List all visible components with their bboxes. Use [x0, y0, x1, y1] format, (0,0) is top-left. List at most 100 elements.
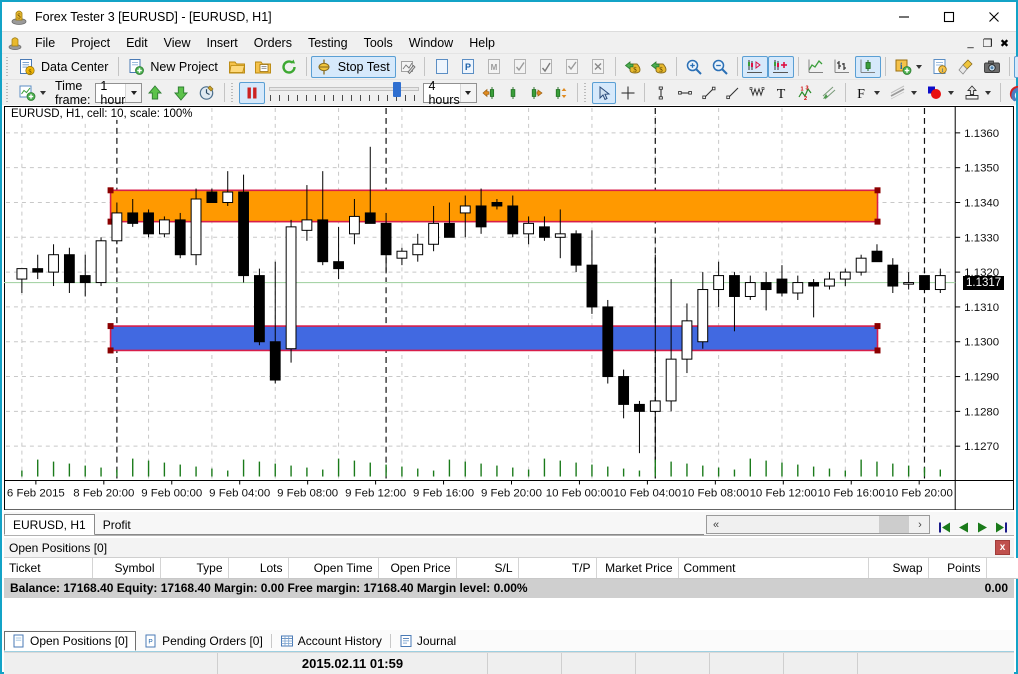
timeframe-select[interactable]: 1 hour [95, 79, 143, 107]
menu-item-view[interactable]: View [156, 34, 199, 52]
menu-item-edit[interactable]: Edit [118, 34, 156, 52]
candle-button-3[interactable] [549, 82, 573, 104]
column-header-comment[interactable]: Comment [678, 558, 869, 579]
screenshot-button[interactable] [979, 56, 1005, 78]
maximize-button[interactable] [926, 2, 971, 31]
column-header-profit[interactable]: Profit [986, 558, 1018, 579]
stop-test-button[interactable]: Stop Test [310, 55, 396, 78]
text-tool-button[interactable]: T [769, 82, 793, 104]
tab-open-positions[interactable]: Open Positions [0] [4, 631, 137, 651]
save-project-button[interactable] [250, 56, 276, 78]
nav-prev-button[interactable] [957, 520, 970, 534]
playback-grip[interactable] [230, 82, 237, 103]
checked-document-3-button[interactable] [559, 56, 585, 78]
menu-item-file[interactable]: File [27, 34, 63, 52]
column-header-points[interactable]: Points [928, 558, 987, 579]
indicator-list-button[interactable]: i [927, 56, 953, 78]
add-indicator-button[interactable]: i [890, 56, 927, 78]
price-chart-canvas[interactable]: 1.13601.13501.13401.13301.13201.13101.13… [4, 106, 1014, 511]
column-header-symbol[interactable]: Symbol [92, 558, 161, 579]
close-button[interactable] [971, 2, 1016, 31]
cursor-tool-button[interactable] [591, 81, 616, 104]
toolbar-grip[interactable] [5, 56, 11, 77]
timeframe-up-button[interactable] [142, 82, 168, 104]
data-center-button[interactable]: $ Data Center [14, 56, 114, 78]
stop-loss-zone[interactable] [107, 323, 881, 354]
bar-chart-button[interactable] [829, 56, 855, 78]
minimize-button[interactable] [881, 2, 926, 31]
ticks-add-button[interactable] [767, 55, 794, 78]
column-header-market-price[interactable]: Market Price [596, 558, 679, 579]
menu-item-testing[interactable]: Testing [300, 34, 356, 52]
tab-pending-orders[interactable]: P Pending Orders [0] [136, 631, 271, 651]
add-indicator-dropdown-arrow[interactable] [915, 64, 922, 69]
color-button[interactable] [922, 82, 959, 104]
nav-last-button[interactable] [995, 520, 1008, 534]
profile-button[interactable]: P [455, 56, 481, 78]
font-dropdown-arrow[interactable] [873, 90, 880, 95]
checked-document-2-button[interactable] [533, 56, 559, 78]
vertical-line-tool-button[interactable] [649, 82, 673, 104]
buy-left-button[interactable] [477, 82, 501, 104]
chart-area[interactable]: 1.1360 1.1350 1.1340 1.1330 1.1320 1.1310 1.13… [4, 106, 1014, 512]
scrollbar-thumb[interactable] [879, 516, 909, 533]
tab-journal[interactable]: Journal [391, 631, 464, 651]
refresh-button[interactable] [276, 56, 302, 78]
drawing-tools-grip[interactable] [582, 82, 589, 103]
candlestick-chart-button[interactable] [854, 55, 881, 78]
menu-item-insert[interactable]: Insert [198, 34, 245, 52]
speed-dropdown-icon[interactable] [459, 83, 476, 102]
menu-item-orders[interactable]: Orders [246, 34, 300, 52]
chart-tab-eurusd[interactable]: EURUSD, H1 [4, 514, 95, 535]
nav-next-button[interactable] [976, 520, 989, 534]
horizontal-line-tool-button[interactable] [673, 82, 697, 104]
ray-tool-button[interactable] [721, 82, 745, 104]
fibonacci-tool-button[interactable]: 1 3 2 [793, 82, 817, 104]
time-settings-button[interactable] [194, 82, 220, 104]
delete-document-button[interactable] [585, 56, 611, 78]
checked-document-1-button[interactable] [507, 56, 533, 78]
column-header-open-time[interactable]: Open Time [288, 558, 379, 579]
edit-test-button[interactable] [396, 56, 420, 78]
sell-order-button[interactable]: $ [646, 56, 672, 78]
candle-button-2[interactable] [525, 82, 549, 104]
menu-item-window[interactable]: Window [401, 34, 461, 52]
zoom-in-button[interactable] [681, 56, 707, 78]
tab-account-history[interactable]: Account History [272, 631, 390, 651]
chart-toolbar-grip[interactable] [5, 82, 11, 103]
clear-indicators-button[interactable] [953, 56, 979, 78]
scroll-right-button[interactable]: › [911, 516, 929, 533]
new-project-button[interactable]: New Project [123, 56, 223, 78]
mdi-restore-button[interactable]: ❐ [980, 35, 995, 51]
crosshair-tool-button[interactable] [616, 82, 640, 104]
scroll-left-button[interactable]: « [707, 516, 725, 533]
magnet-button[interactable] [1005, 82, 1018, 104]
elliott-wave-tool-button[interactable] [745, 82, 769, 104]
m-document-button[interactable]: M [481, 56, 507, 78]
column-header-lots[interactable]: Lots [228, 558, 289, 579]
trendline-tool-button[interactable] [697, 82, 721, 104]
menu-item-help[interactable]: Help [461, 34, 503, 52]
scrollbar-track[interactable] [725, 516, 911, 533]
mdi-close-button[interactable]: ✖ [997, 35, 1012, 51]
pause-button[interactable] [239, 81, 266, 104]
color-dropdown-arrow[interactable] [947, 90, 954, 95]
open-positions-close-button[interactable]: x [995, 540, 1010, 555]
column-header-swap[interactable]: Swap [868, 558, 929, 579]
column-header-ticket[interactable]: Ticket [4, 558, 93, 579]
menu-item-tools[interactable]: Tools [356, 34, 401, 52]
mdi-minimize-button[interactable]: _ [963, 35, 978, 51]
line-style-button[interactable] [885, 82, 922, 104]
column-header-open-price[interactable]: Open Price [378, 558, 457, 579]
templates-button[interactable] [1013, 55, 1018, 78]
line-style-dropdown-arrow[interactable] [910, 90, 917, 95]
chart-horizontal-scrollbar[interactable]: « › [706, 515, 930, 534]
open-project-button[interactable] [224, 56, 250, 78]
column-header-t-p[interactable]: T/P [518, 558, 597, 579]
channel-tool-button[interactable] [817, 82, 841, 104]
export-button[interactable] [959, 82, 996, 104]
font-button[interactable]: F [850, 82, 885, 104]
export-dropdown-arrow[interactable] [984, 90, 991, 95]
menu-item-project[interactable]: Project [63, 34, 118, 52]
new-chart-window-button[interactable] [14, 82, 51, 104]
